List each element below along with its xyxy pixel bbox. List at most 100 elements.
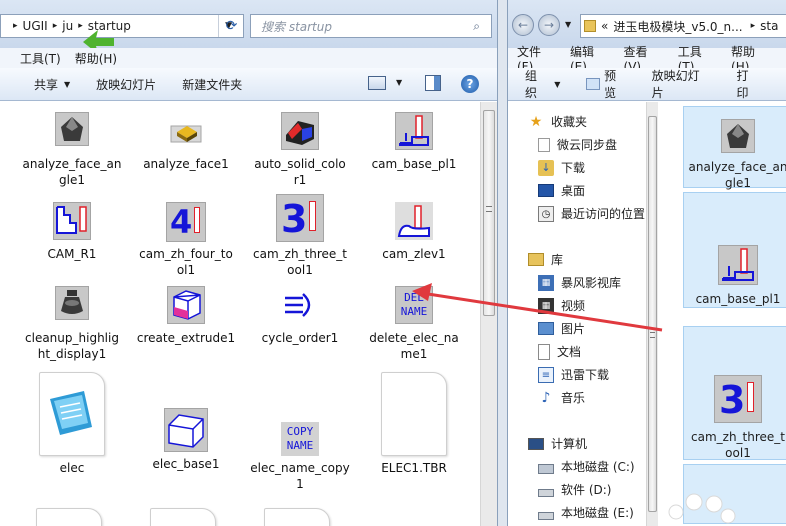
nav-downloads[interactable]: ↓ 下载 bbox=[538, 159, 585, 176]
menu-help[interactable]: 帮助(H) bbox=[75, 50, 117, 67]
left-search-box[interactable]: 搜索 startup ⌕ bbox=[250, 14, 492, 38]
grip-icon bbox=[650, 332, 655, 338]
new-folder-button[interactable]: 新建文件夹 bbox=[182, 76, 242, 93]
file-item-cam-base-pl1[interactable]: cam_base_pl1 bbox=[354, 112, 474, 172]
preview-pane-icon[interactable] bbox=[425, 75, 441, 91]
nav-pictures[interactable]: 图片 bbox=[538, 320, 585, 337]
nav-label: 下载 bbox=[561, 161, 586, 175]
file-item-elec-base1[interactable]: elec_base1 bbox=[126, 408, 246, 472]
nav-favorites[interactable]: ★ 收藏夹 bbox=[528, 113, 587, 130]
left-scrollbar-thumb[interactable] bbox=[483, 110, 495, 316]
left-file-list: analyze_face_an gle1 analyze_face1 auto_… bbox=[0, 102, 497, 526]
file-item-cam-r1[interactable]: CAM_R1 bbox=[12, 202, 132, 262]
left-address-field[interactable]: ▸ UGII ▸ ju ▸ startup ▼ bbox=[0, 14, 244, 38]
back-icon[interactable]: ← bbox=[512, 14, 534, 36]
right-explorer-window: ← → ▼ « 进玉电极模块_v5.0_n... ▸ sta 文件(F) 编辑(… bbox=[507, 0, 786, 526]
nav-drive-c[interactable]: 本地磁盘 (C:) bbox=[538, 458, 635, 475]
file-label-line2: ool1 bbox=[287, 263, 313, 277]
print-label: 打印 bbox=[736, 69, 749, 100]
nav-library[interactable]: 库 bbox=[528, 251, 563, 268]
file-item-analyze-face1[interactable]: analyze_face1 bbox=[126, 112, 246, 172]
file-label-line1: elec_base1 bbox=[152, 457, 220, 471]
file-item-delete-elec-name1[interactable]: DEL NAME delete_elec_na me1 bbox=[354, 286, 474, 362]
cam-zlev-icon bbox=[395, 202, 433, 240]
colored-solid-icon bbox=[281, 112, 319, 150]
file-item-cleanup-highlight-display1[interactable]: cleanup_highlig ht_display1 bbox=[12, 286, 132, 362]
search-icon[interactable]: ⌕ bbox=[473, 19, 480, 34]
search-input[interactable]: 搜索 startup bbox=[261, 18, 332, 35]
file-item-create-extrude1[interactable]: create_extrude1 bbox=[126, 286, 246, 346]
organize-button[interactable]: 组织 ▼ bbox=[525, 67, 560, 101]
nav-video[interactable]: ▦ 视频 bbox=[538, 297, 585, 314]
file-label-line2: ool1 bbox=[725, 446, 751, 460]
navigation-pane: ★ 收藏夹 微云同步盘 ↓ 下载 桌面 ◷ 最近访问的位置 库 ▦ 暴风影视库 ▦ 视频 … bbox=[508, 102, 658, 526]
file-label-line1: auto_solid_colo bbox=[254, 157, 346, 171]
right-file-item-analyze-face-angle1[interactable]: analyze_face_an gle1 bbox=[683, 106, 786, 190]
right-file-item-cam-zh-three-tool1[interactable]: 3 cam_zh_three_t ool1 bbox=[683, 326, 786, 460]
share-button[interactable]: 共享 ▼ bbox=[34, 76, 70, 93]
file-item-cycle-order1[interactable]: cycle_order1 bbox=[240, 286, 360, 346]
print-button[interactable]: 打印 bbox=[736, 67, 760, 101]
nav-desktop[interactable]: 桌面 bbox=[538, 182, 585, 199]
nav-music[interactable]: ♪ 音乐 bbox=[538, 389, 585, 406]
nav-scrollbar-thumb[interactable] bbox=[648, 116, 657, 512]
left-address-bar-area: ▸ UGII ▸ ju ▸ startup ▼ ⟳ 搜索 startup ⌕ bbox=[0, 0, 497, 54]
file-item-cam-zlev1[interactable]: cam_zlev1 bbox=[354, 202, 474, 262]
menu-tools[interactable]: 工具(T) bbox=[20, 50, 61, 67]
library-icon bbox=[528, 253, 544, 266]
help-icon[interactable]: ? bbox=[461, 75, 479, 93]
breadcrumb-overflow[interactable]: « bbox=[601, 19, 608, 33]
file-label-line1: elec_name_copy bbox=[250, 461, 350, 475]
three-tool-icon: 3 bbox=[276, 194, 324, 242]
recent-icon: ◷ bbox=[538, 205, 554, 222]
nav-recent[interactable]: ◷ 最近访问的位置 bbox=[538, 205, 645, 222]
right-file-item-cam-base-pl1[interactable]: cam_base_pl1 bbox=[683, 192, 786, 308]
nav-computer[interactable]: 计算机 bbox=[528, 435, 587, 452]
file-item-auto-solid-color1[interactable]: auto_solid_colo r1 bbox=[240, 112, 360, 188]
nav-drive-d[interactable]: 软件 (D:) bbox=[538, 481, 611, 498]
history-dropdown-icon[interactable]: ▼ bbox=[565, 20, 571, 29]
drive-c-icon bbox=[538, 463, 554, 474]
left-scrollbar[interactable] bbox=[480, 102, 497, 526]
nav-baofeng[interactable]: ▦ 暴风影视库 bbox=[538, 274, 621, 291]
file-item-elec1-tbr[interactable]: ELEC1.TBR bbox=[354, 372, 474, 476]
name-copy-icon: COPY NAME bbox=[281, 422, 319, 456]
blank-file-icon bbox=[264, 508, 330, 526]
slideshow-button[interactable]: 放映幻灯片 bbox=[652, 67, 711, 101]
breadcrumb-separator-icon: ▸ bbox=[52, 21, 58, 31]
breadcrumb-ugii[interactable]: UGII bbox=[23, 19, 48, 33]
forward-icon[interactable]: → bbox=[538, 14, 560, 36]
file-item-cam-zh-three-tool1[interactable]: 3 cam_zh_three_t ool1 bbox=[240, 194, 360, 278]
file-item-analyze-face-angle1[interactable]: analyze_face_an gle1 bbox=[12, 112, 132, 188]
nav-documents[interactable]: 文档 bbox=[538, 343, 581, 360]
nav-label: 暴风影视库 bbox=[561, 276, 622, 290]
nav-scrollbar[interactable] bbox=[646, 102, 658, 526]
bottle-icon bbox=[55, 286, 89, 320]
breadcrumb-folder[interactable]: 进玉电极模块_v5.0_n... bbox=[613, 18, 742, 35]
file-item-cam-zh-four-tool1[interactable]: 4 cam_zh_four_to ol1 bbox=[126, 202, 246, 278]
file-item-elec-name-copy1[interactable]: COPY NAME elec_name_copy 1 bbox=[240, 422, 360, 492]
nav-drive-e[interactable]: 本地磁盘 (E:) bbox=[538, 504, 634, 521]
document-icon bbox=[538, 343, 550, 360]
preview-icon bbox=[586, 78, 601, 90]
nav-weiyun[interactable]: 微云同步盘 bbox=[538, 136, 617, 153]
nav-thunder[interactable]: ≡ 迅雷下载 bbox=[538, 366, 609, 383]
four-digit: 4 bbox=[170, 203, 193, 241]
nav-label: 收藏夹 bbox=[551, 115, 588, 129]
file-item-elec[interactable]: elec bbox=[12, 372, 132, 476]
breadcrumb-tail[interactable]: sta bbox=[760, 19, 778, 33]
blank-file-icon bbox=[150, 508, 216, 526]
refresh-icon[interactable]: ⟳ bbox=[218, 15, 244, 37]
gold-block-icon bbox=[169, 112, 203, 146]
view-dropdown-icon[interactable]: ▼ bbox=[396, 78, 402, 87]
cam-base-icon bbox=[718, 245, 758, 285]
slideshow-button[interactable]: 放映幻灯片 bbox=[96, 76, 156, 93]
nav-label: 图片 bbox=[561, 322, 586, 336]
right-menu-bar: 文件(F) 编辑(E) 查看(V) 工具(T) 帮助(H) bbox=[508, 45, 786, 74]
view-options-icon[interactable] bbox=[368, 76, 386, 90]
nav-label: 计算机 bbox=[551, 437, 588, 451]
preview-button[interactable]: 预览 bbox=[586, 67, 627, 101]
right-address-field[interactable]: « 进玉电极模块_v5.0_n... ▸ sta bbox=[580, 14, 786, 38]
breadcrumb-ju[interactable]: ju bbox=[62, 19, 73, 33]
name-text: NAME bbox=[400, 305, 428, 318]
